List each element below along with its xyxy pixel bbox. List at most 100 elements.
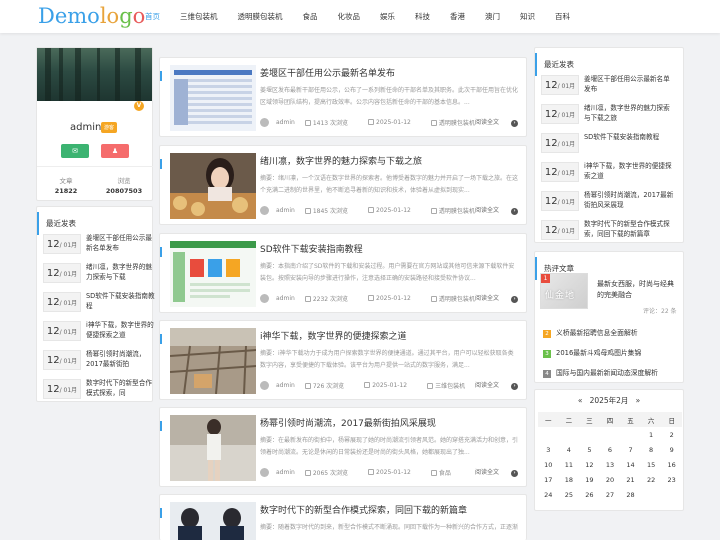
read-more-link[interactable]: 阅读全文 › <box>475 293 518 303</box>
recent-item[interactable]: 12/ 01月 i神华下载，数字世界的便捷探索之道 <box>541 162 676 182</box>
qq-button[interactable]: ♟ <box>101 144 129 158</box>
recent-item[interactable]: 12/ 01月 杨幂引领时尚潮流，2017最新街拍风采展现 <box>541 191 676 211</box>
site-logo[interactable]: Demologo <box>38 4 145 28</box>
recent-item[interactable]: 12/ 01月 i神华下载，数字世界的便捷探索之道 <box>43 321 156 341</box>
folder-icon <box>430 470 437 476</box>
recent-item[interactable]: 12/ 01月 姜堰区干部任用公示最新名单发布 <box>43 234 156 254</box>
rank-badge: 2 <box>543 330 551 338</box>
title-accent <box>160 334 162 344</box>
article-card[interactable]: i神华下载，数字世界的便捷探索之道 摘要：i神华下载功力于成为用户探索数字世界的… <box>159 320 527 400</box>
date-box: 12/ 01月 <box>541 162 579 182</box>
eye-icon <box>304 208 311 214</box>
article-thumbnail[interactable] <box>170 502 256 540</box>
article-summary: 摘要：绪川凛，一个汉语在数字世界的探索者。他博受着数字的魅力并开启了一场下载之旅… <box>260 175 518 194</box>
hot-item[interactable]: 4 国际与国内最新新闻动态深度解析 <box>543 367 658 378</box>
read-more-link[interactable]: 阅读全文 › <box>475 380 518 390</box>
wechat-button[interactable]: ✉ <box>61 144 89 158</box>
hot-item[interactable]: 2 义桥最新招聘信息全面解析 <box>543 327 638 338</box>
article-title[interactable]: 数字时代下的新型合作模式探索，同回下载的新篇章 <box>260 503 522 516</box>
clock-icon <box>368 207 374 213</box>
prev-month-button[interactable]: « <box>578 396 583 405</box>
nav-item[interactable]: 三维包装机 <box>180 0 218 33</box>
folder-icon <box>430 296 437 302</box>
section-title: 最近发表 <box>535 53 683 76</box>
folder-icon <box>430 120 437 126</box>
category[interactable]: 食品 <box>439 470 451 477</box>
article-title[interactable]: SD软件下载安装指南教程 <box>260 242 522 255</box>
main-nav: 首页 三维包装机 透明膜包装机 食品 化妆品 娱乐 科技 香港 澳门 知识 百科 <box>145 0 590 33</box>
comment-count: 评论：22 条 <box>643 308 677 315</box>
article-thumbnail[interactable] <box>170 153 256 219</box>
arrow-right-icon: › <box>511 383 518 390</box>
nav-item[interactable]: 娱乐 <box>380 0 395 33</box>
recent-item[interactable]: 12/ 01月 杨幂引领时尚潮流，2017最新街拍 <box>43 350 156 370</box>
article-title[interactable]: 杨幂引领时尚潮流，2017最新街拍风采展现 <box>260 416 522 429</box>
article-title[interactable]: i神华下载，数字世界的便捷探索之道 <box>260 329 522 342</box>
arrow-right-icon: › <box>511 470 518 477</box>
calendar-widget: « 2025年2月 » 一二三四五六日 12 3456789 10 11 12 13 1… <box>534 389 684 511</box>
nav-item[interactable]: 澳门 <box>485 0 500 33</box>
avatar <box>260 205 269 215</box>
recent-item[interactable]: 12/ 01月 绪川凛，数字世界的魅力探索与下载 <box>43 263 156 283</box>
nav-item[interactable]: 科技 <box>415 0 430 33</box>
category[interactable]: 三维包装机 <box>435 383 465 390</box>
article-card[interactable]: 绪川凛，数字世界的魅力探索与下载之旅 摘要：绪川凛，一个汉语在数字世界的探索者。… <box>159 145 527 225</box>
nav-item[interactable]: 食品 <box>303 0 318 33</box>
author[interactable]: admin <box>276 207 295 214</box>
author[interactable]: admin <box>276 382 295 389</box>
avatar <box>260 380 269 390</box>
hot-item[interactable]: 3 2016最新斗鸡母鸡图片集锦 <box>543 347 641 358</box>
nav-item[interactable]: 百科 <box>555 0 570 33</box>
date: 2025-01-12 <box>376 468 411 476</box>
read-more-link[interactable]: 阅读全文 › <box>475 467 518 477</box>
article-card[interactable]: SD软件下载安装指南教程 摘要：本指南介绍了SD软件的下载和安装过程。用户需要在… <box>159 233 527 313</box>
article-card[interactable]: 杨幂引领时尚潮流，2017最新街拍风采展现 摘要：在最新发布的街拍中，杨幂展现了… <box>159 407 527 487</box>
article-thumbnail[interactable] <box>170 415 256 481</box>
date-box: 12/ 01月 <box>43 263 81 283</box>
article-thumbnail[interactable] <box>170 65 256 131</box>
profile-cover-image <box>37 48 152 101</box>
role-badge: 游客 <box>101 122 118 133</box>
recent-item[interactable]: 12/ 01月 姜堰区干部任用公示最新名单发布 <box>541 75 676 95</box>
article-title[interactable]: 绪川凛，数字世界的魅力探索与下载之旅 <box>260 154 522 167</box>
recent-posts-right: 最近发表 12/ 01月 姜堰区干部任用公示最新名单发布 12/ 01月 绪川凛，数… <box>534 47 684 243</box>
recent-item[interactable]: 12/ 01月 SD软件下载安装指南教程 <box>43 292 156 312</box>
hot-title[interactable]: 最新女西服，时尚与经典的完美融合 <box>597 279 679 301</box>
article-summary: 摘要：在最新发布的街拍中，杨幂展现了她的时尚潮流引领者风范。她的穿搭充满活力和创… <box>260 437 518 456</box>
hot-thumbnail[interactable]: 1 仙金地 <box>540 273 588 309</box>
author[interactable]: admin <box>276 295 295 302</box>
title-accent <box>160 421 162 431</box>
recent-item[interactable]: 12/ 01月 数字时代下的新型合作模式探索，同回下载的新篇章 <box>541 220 676 240</box>
date: 2025-01-12 <box>376 118 411 126</box>
nav-item[interactable]: 透明膜包装机 <box>238 0 283 33</box>
article-card[interactable]: 姜堰区干部任用公示最新名单发布 姜堰区发布最新干部任用公示，公布了一系列新任命的… <box>159 57 527 137</box>
next-month-button[interactable]: » <box>636 396 641 405</box>
article-meta: admin 1413 次浏览 2025-01-12 透明膜包装机 阅读全文 › <box>260 116 518 128</box>
recent-item[interactable]: 12/ 01月 绪川凛，数字世界的魅力探索与下载之旅 <box>541 104 676 124</box>
author[interactable]: admin <box>276 469 295 476</box>
arrow-right-icon: › <box>511 120 518 127</box>
read-more-link[interactable]: 阅读全文 › <box>475 205 518 215</box>
article-thumbnail[interactable] <box>170 328 256 394</box>
author[interactable]: admin <box>276 119 295 126</box>
recent-item[interactable]: 12/ 01月 数字时代下的新型合作模式探索，同 <box>43 379 156 399</box>
date-box: 12/ 01月 <box>43 350 81 370</box>
stat-articles: 文章 21822 <box>37 166 95 195</box>
article-thumbnail[interactable] <box>170 241 256 307</box>
arrow-right-icon: › <box>511 208 518 215</box>
category[interactable]: 透明膜包装机 <box>439 296 475 303</box>
stat-views: 浏览 20807503 <box>95 166 153 195</box>
recent-item[interactable]: 12/ 01月 SD软件下载安装指南教程 <box>541 133 676 153</box>
title-accent <box>160 71 162 81</box>
article-title[interactable]: 姜堰区干部任用公示最新名单发布 <box>260 66 522 79</box>
category[interactable]: 透明膜包装机 <box>439 120 475 127</box>
nav-item-home[interactable]: 首页 <box>145 0 160 33</box>
category[interactable]: 透明膜包装机 <box>439 208 475 215</box>
watermark: 仙金地 <box>545 291 576 301</box>
read-more-link[interactable]: 阅读全文 › <box>475 117 518 127</box>
date: 2025-01-12 <box>376 294 411 302</box>
article-card[interactable]: 数字时代下的新型合作模式探索，同回下载的新篇章 摘要：随着数字时代的到来，新型合… <box>159 494 527 540</box>
nav-item[interactable]: 化妆品 <box>338 0 361 33</box>
nav-item[interactable]: 香港 <box>450 0 465 33</box>
nav-item[interactable]: 知识 <box>520 0 535 33</box>
